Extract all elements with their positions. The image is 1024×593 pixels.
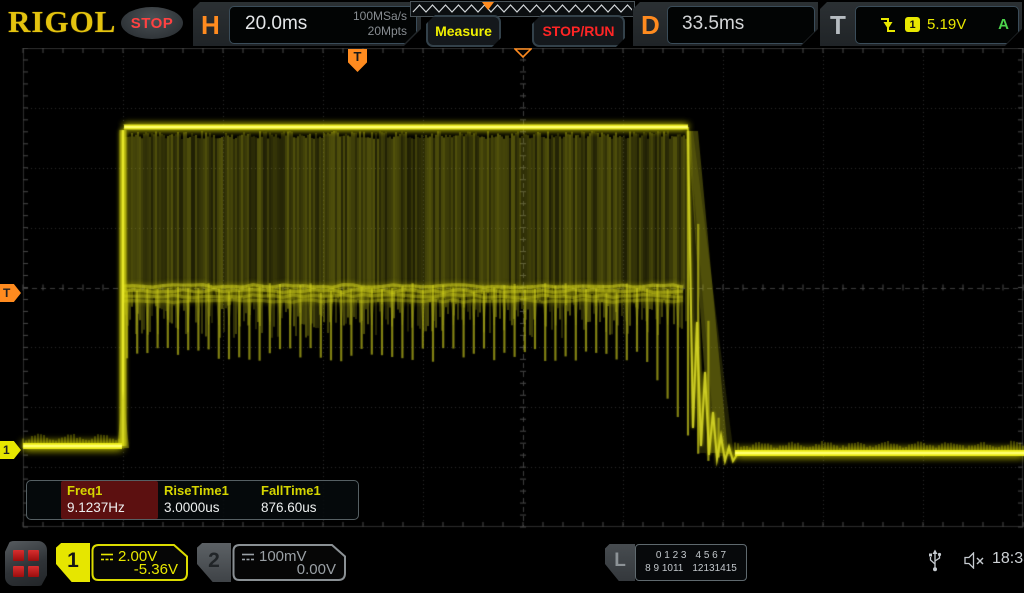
measurement-item-falltime[interactable]: FallTime1 876.60us (255, 481, 352, 519)
trigger-source-badge: 1 (905, 17, 920, 32)
rigol-logo: RIGOL (8, 4, 116, 40)
logic-channels-4-7: 4 5 6 7 (696, 550, 727, 562)
dc-coupling-icon (241, 552, 255, 562)
delay-value: 33.5ms (682, 13, 744, 35)
menu-grid-icon (13, 550, 40, 577)
memory-position-strip[interactable] (410, 1, 635, 17)
trigger-sweep-mode: A (998, 16, 1009, 33)
stop-run-button[interactable]: STOP/RUN (532, 15, 625, 47)
bottom-status-bar: 1 2.00V -5.36V 2 100mV (0, 535, 1024, 593)
channel2-offset: 0.00V (297, 561, 336, 578)
channel2-tab[interactable]: 2 (197, 543, 231, 582)
logic-analyzer-widget[interactable]: L 0 1 2 3 4 5 6 7 8 9 1011 12131415 (605, 544, 747, 581)
measurement-value: 876.60us (261, 499, 352, 516)
trigger-level-value: 5.19V (927, 16, 966, 33)
measurement-panel: Freq1 9.1237Hz RiseTime1 3.0000us FallTi… (26, 480, 359, 520)
sample-rate: 100MSa/s (353, 9, 407, 24)
delay-label: D (641, 7, 660, 43)
channel2-widget[interactable]: 2 100mV 0.00V (197, 543, 348, 582)
dc-coupling-icon (100, 552, 114, 562)
waveform-plot-area: T T 1 Freq1 9.1237Hz RiseTime1 3.0000us … (0, 48, 1024, 535)
measurement-item-risetime[interactable]: RiseTime1 3.0000us (158, 481, 255, 519)
falling-edge-icon (879, 15, 897, 35)
measurement-label: Freq1 (67, 483, 158, 498)
memory-depth: 20Mpts (353, 24, 407, 39)
menu-button[interactable] (5, 541, 47, 586)
top-status-bar: RIGOL STOP H 20.0ms 100MSa/s 20Mpts Meas… (0, 0, 1024, 48)
memory-position-marker-icon[interactable] (482, 2, 494, 10)
measurement-value: 9.1237Hz (67, 499, 158, 516)
measurement-panel-spacer (27, 481, 61, 519)
measurement-item-freq[interactable]: Freq1 9.1237Hz (61, 481, 158, 519)
oscilloscope-screen: { "header": { "logo": "RIGOL", "run_stat… (0, 0, 1024, 593)
logic-channels-box: 0 1 2 3 4 5 6 7 8 9 1011 12131415 (635, 544, 747, 581)
run-state-indicator: STOP (121, 7, 183, 39)
channel1-widget[interactable]: 1 2.00V -5.36V (56, 543, 190, 582)
speaker-muted-icon (964, 552, 985, 569)
channel1-tab[interactable]: 1 (56, 543, 90, 582)
horizontal-block[interactable]: H 20.0ms 100MSa/s 20Mpts (193, 2, 421, 46)
measurement-value: 3.0000us (164, 499, 255, 516)
waveform-display[interactable] (0, 48, 1024, 535)
logic-channels-0-3: 0 1 2 3 (656, 550, 687, 562)
measurement-label: RiseTime1 (164, 483, 255, 498)
delay-block[interactable]: D 33.5ms (633, 2, 818, 46)
trigger-label: T (830, 7, 846, 43)
horizontal-label: H (201, 7, 220, 43)
logic-tab[interactable]: L (605, 544, 635, 581)
display-center-marker[interactable] (514, 48, 532, 58)
measurement-label: FallTime1 (261, 483, 352, 498)
logic-channels-12-15: 12131415 (692, 563, 737, 575)
logic-channels-8-11: 8 9 1011 (645, 563, 683, 575)
timebase-scale: 20.0ms (245, 13, 307, 35)
memory-waveform-icon (411, 2, 632, 14)
clock: 18:35 (992, 550, 1024, 568)
measure-button[interactable]: Measure (426, 15, 501, 47)
trigger-block[interactable]: T 1 5.19V A (820, 2, 1022, 46)
usb-icon (928, 549, 942, 572)
acquisition-info: 100MSa/s 20Mpts (353, 9, 407, 39)
channel1-offset: -5.36V (134, 561, 178, 578)
